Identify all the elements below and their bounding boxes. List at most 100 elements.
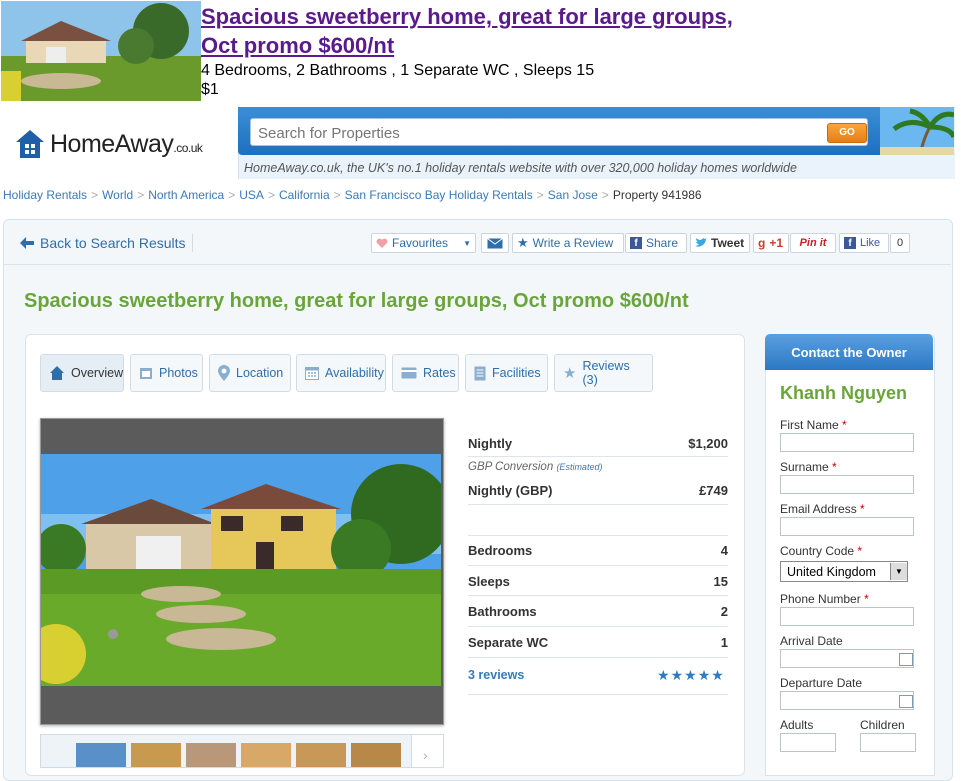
gbp-conversion-label: GBP Conversion (468, 461, 554, 473)
map-pin-icon (218, 365, 230, 381)
departure-date-field[interactable] (780, 691, 914, 710)
share-label: Share (646, 236, 679, 250)
tab-facilities[interactable]: Facilities (465, 354, 548, 392)
favourites-button[interactable]: Favourites ▼ (371, 233, 476, 253)
logo-tld-text: .co.uk (173, 140, 203, 155)
breadcrumb-california[interactable]: California (279, 188, 330, 202)
breadcrumb-separator: > (91, 188, 99, 202)
gbp-conversion: GBP Conversion (Estimated) (468, 461, 602, 473)
tab-photos[interactable]: Photos (130, 354, 203, 392)
required-mark: * (857, 544, 863, 558)
tab-overview-label: Overview (71, 366, 124, 380)
breadcrumb-sf-bay[interactable]: San Francisco Bay Holiday Rentals (345, 188, 533, 202)
arrival-label: Arrival Date (780, 634, 843, 648)
arrival-date-field[interactable] (780, 649, 914, 668)
country-code-select[interactable]: United Kingdom ▼ (780, 561, 908, 582)
thumbnail-strip[interactable] (40, 734, 444, 768)
title-line-2[interactable]: Oct promo $600/nt (201, 31, 821, 60)
breadcrumb-world[interactable]: World (102, 188, 133, 202)
fact-label: Bedrooms (468, 543, 533, 558)
breadcrumb-usa[interactable]: USA (239, 188, 264, 202)
list-icon (474, 366, 486, 380)
facebook-icon: f (844, 237, 856, 249)
fact-value: $1,200 (688, 436, 728, 451)
main-property-photo[interactable] (41, 454, 441, 686)
fact-value: 4 (720, 543, 728, 558)
divider (468, 565, 728, 566)
search-input[interactable] (256, 121, 820, 145)
email-text: Email Address (780, 502, 857, 516)
tab-location[interactable]: Location (209, 354, 291, 392)
surname-field[interactable] (780, 475, 914, 494)
tab-availability[interactable]: Availability (296, 354, 386, 392)
homeaway-logo[interactable]: HomeAway.co.uk (14, 128, 203, 160)
country-selected-value: United Kingdom (787, 564, 876, 579)
pinterest-button[interactable]: Pin it (790, 233, 836, 253)
facebook-like-button[interactable]: f Like (839, 233, 889, 253)
divider (468, 694, 728, 695)
divider (468, 657, 728, 658)
fact-value: 1 (720, 635, 728, 650)
logo-wordmark: HomeAway.co.uk (50, 129, 203, 159)
breadcrumb-separator: > (137, 188, 145, 202)
share-button[interactable]: f Share (625, 233, 687, 253)
tagline: HomeAway.co.uk, the UK's no.1 holiday re… (244, 161, 797, 175)
tab-reviews[interactable]: ★ Reviews (3) (554, 354, 653, 392)
divider (468, 535, 728, 536)
palm-tree-image (880, 107, 957, 156)
fact-label: Nightly (GBP) (468, 483, 553, 498)
fact-label: Nightly (468, 436, 513, 451)
breadcrumb-holiday-rentals[interactable]: Holiday Rentals (3, 188, 87, 202)
listing-title-link[interactable]: Spacious sweetberry home, great for larg… (201, 2, 821, 60)
back-arrow-icon (20, 237, 34, 249)
fact-label: Sleeps (468, 574, 510, 589)
credit-card-icon (401, 367, 417, 379)
thumbnail-next-button[interactable]: › (411, 734, 444, 768)
listing-specs: 4 Bedrooms, 2 Bathrooms , 1 Separate WC … (201, 62, 595, 79)
google-plus-button[interactable]: g +1 (753, 233, 789, 253)
owner-name: Khanh Nguyen (780, 383, 908, 403)
email-button[interactable] (481, 233, 509, 253)
calendar-icon[interactable] (899, 653, 913, 666)
adults-field[interactable] (780, 733, 836, 752)
tweet-button[interactable]: Tweet (690, 233, 750, 253)
first-name-field[interactable] (780, 433, 914, 452)
title-line-1[interactable]: Spacious sweetberry home, great for larg… (201, 2, 821, 31)
breadcrumb: Holiday Rentals > World > North America > U… (3, 188, 702, 202)
fact-value: 15 (713, 574, 728, 589)
phone-text: Phone Number (780, 592, 861, 606)
star-icon: ★ (711, 667, 724, 683)
search-box (250, 118, 868, 146)
listing-thumbnail[interactable] (1, 1, 201, 101)
go-button[interactable]: GO (827, 123, 867, 143)
tab-overview[interactable]: Overview (40, 354, 124, 392)
reviews-link[interactable]: 3 reviews (468, 668, 524, 682)
calendar-icon[interactable] (899, 695, 913, 708)
chevron-right-icon: › (423, 747, 428, 763)
fact-separate-wc: Separate WC 1 (468, 635, 728, 650)
facebook-icon: f (630, 237, 642, 249)
phone-field[interactable] (780, 607, 914, 626)
google-plus-icon: g (758, 236, 766, 250)
country-code-text: Country Code (780, 544, 855, 558)
write-review-label: Write a Review (532, 236, 614, 250)
breadcrumb-san-jose[interactable]: San Jose (548, 188, 598, 202)
rating-stars: ★ ★ ★ ★ ★ (657, 667, 724, 684)
breadcrumb-current: Property 941986 (612, 188, 702, 202)
divider (468, 626, 728, 627)
required-mark: * (864, 592, 869, 606)
tweet-label: Tweet (711, 236, 745, 250)
fact-bathrooms: Bathrooms 2 (468, 604, 728, 619)
email-field[interactable] (780, 517, 914, 536)
write-review-button[interactable]: ★ Write a Review (512, 233, 624, 253)
estimated-note: (Estimated) (556, 462, 603, 472)
favourites-label: Favourites (392, 236, 449, 250)
back-to-search-link[interactable]: Back to Search Results (20, 235, 186, 251)
logo-main-text: HomeAway (50, 129, 174, 158)
breadcrumb-north-america[interactable]: North America (148, 188, 224, 202)
tab-rates[interactable]: Rates (392, 354, 459, 392)
google-plus-label: +1 (769, 236, 784, 250)
fact-bedrooms: Bedrooms 4 (468, 543, 728, 558)
children-field[interactable] (860, 733, 916, 752)
home-icon (50, 366, 64, 380)
